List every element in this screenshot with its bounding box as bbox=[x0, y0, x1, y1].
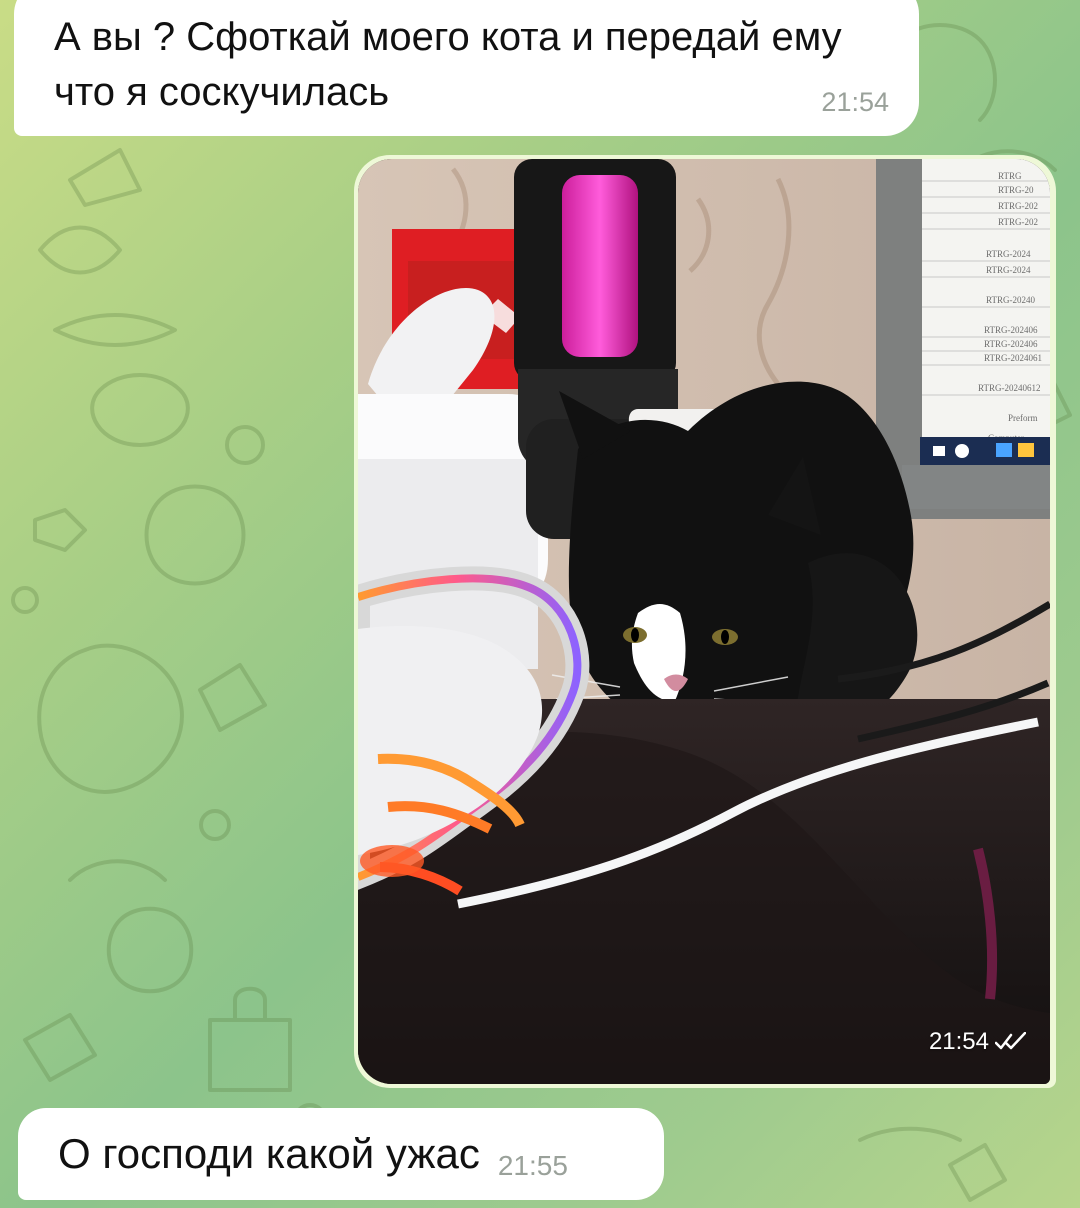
monitor-label: RTRG-2024 bbox=[986, 265, 1031, 275]
incoming-message-bubble: А вы ? Сфоткай моего кота и передай ему … bbox=[14, 0, 919, 136]
monitor-label: Preform bbox=[1008, 413, 1038, 423]
monitor-label: RTRG-202406 bbox=[984, 325, 1038, 335]
incoming-message-bubble: О господи какой ужас 21:55 bbox=[18, 1108, 664, 1200]
monitor-label: RTRG-20 bbox=[998, 185, 1034, 195]
message-time: 21:54 bbox=[821, 87, 889, 117]
message-time: 21:55 bbox=[497, 1150, 568, 1181]
monitor-label: RTRG-2024 bbox=[986, 249, 1031, 259]
photo-message-meta: 21:54 bbox=[929, 1028, 1026, 1056]
monitor-label: RTRG-202 bbox=[998, 217, 1038, 227]
monitor-label: RTRG-20240612 bbox=[978, 383, 1040, 393]
cat-photo[interactable]: RTRG RTRG-20 RTRG-202 RTRG-202 RTRG-2024… bbox=[358, 159, 1050, 1084]
monitor-label: RTRG-202406 bbox=[984, 339, 1038, 349]
message-time: 21:54 bbox=[928, 1028, 989, 1055]
monitor-label: RTRG-20240 bbox=[986, 295, 1035, 305]
message-text: А вы ? Сфоткай моего кота и передай ему … bbox=[54, 15, 842, 114]
monitor-label: RTRG-202 bbox=[998, 201, 1038, 211]
outgoing-photo-message[interactable]: RTRG RTRG-20 RTRG-202 RTRG-202 RTRG-2024… bbox=[354, 155, 1056, 1088]
double-check-icon bbox=[995, 1032, 1026, 1050]
monitor-label: RTRG bbox=[998, 171, 1022, 181]
monitor-label: RTRG-2024061 bbox=[984, 353, 1042, 363]
message-text: О господи какой ужас bbox=[58, 1130, 480, 1177]
